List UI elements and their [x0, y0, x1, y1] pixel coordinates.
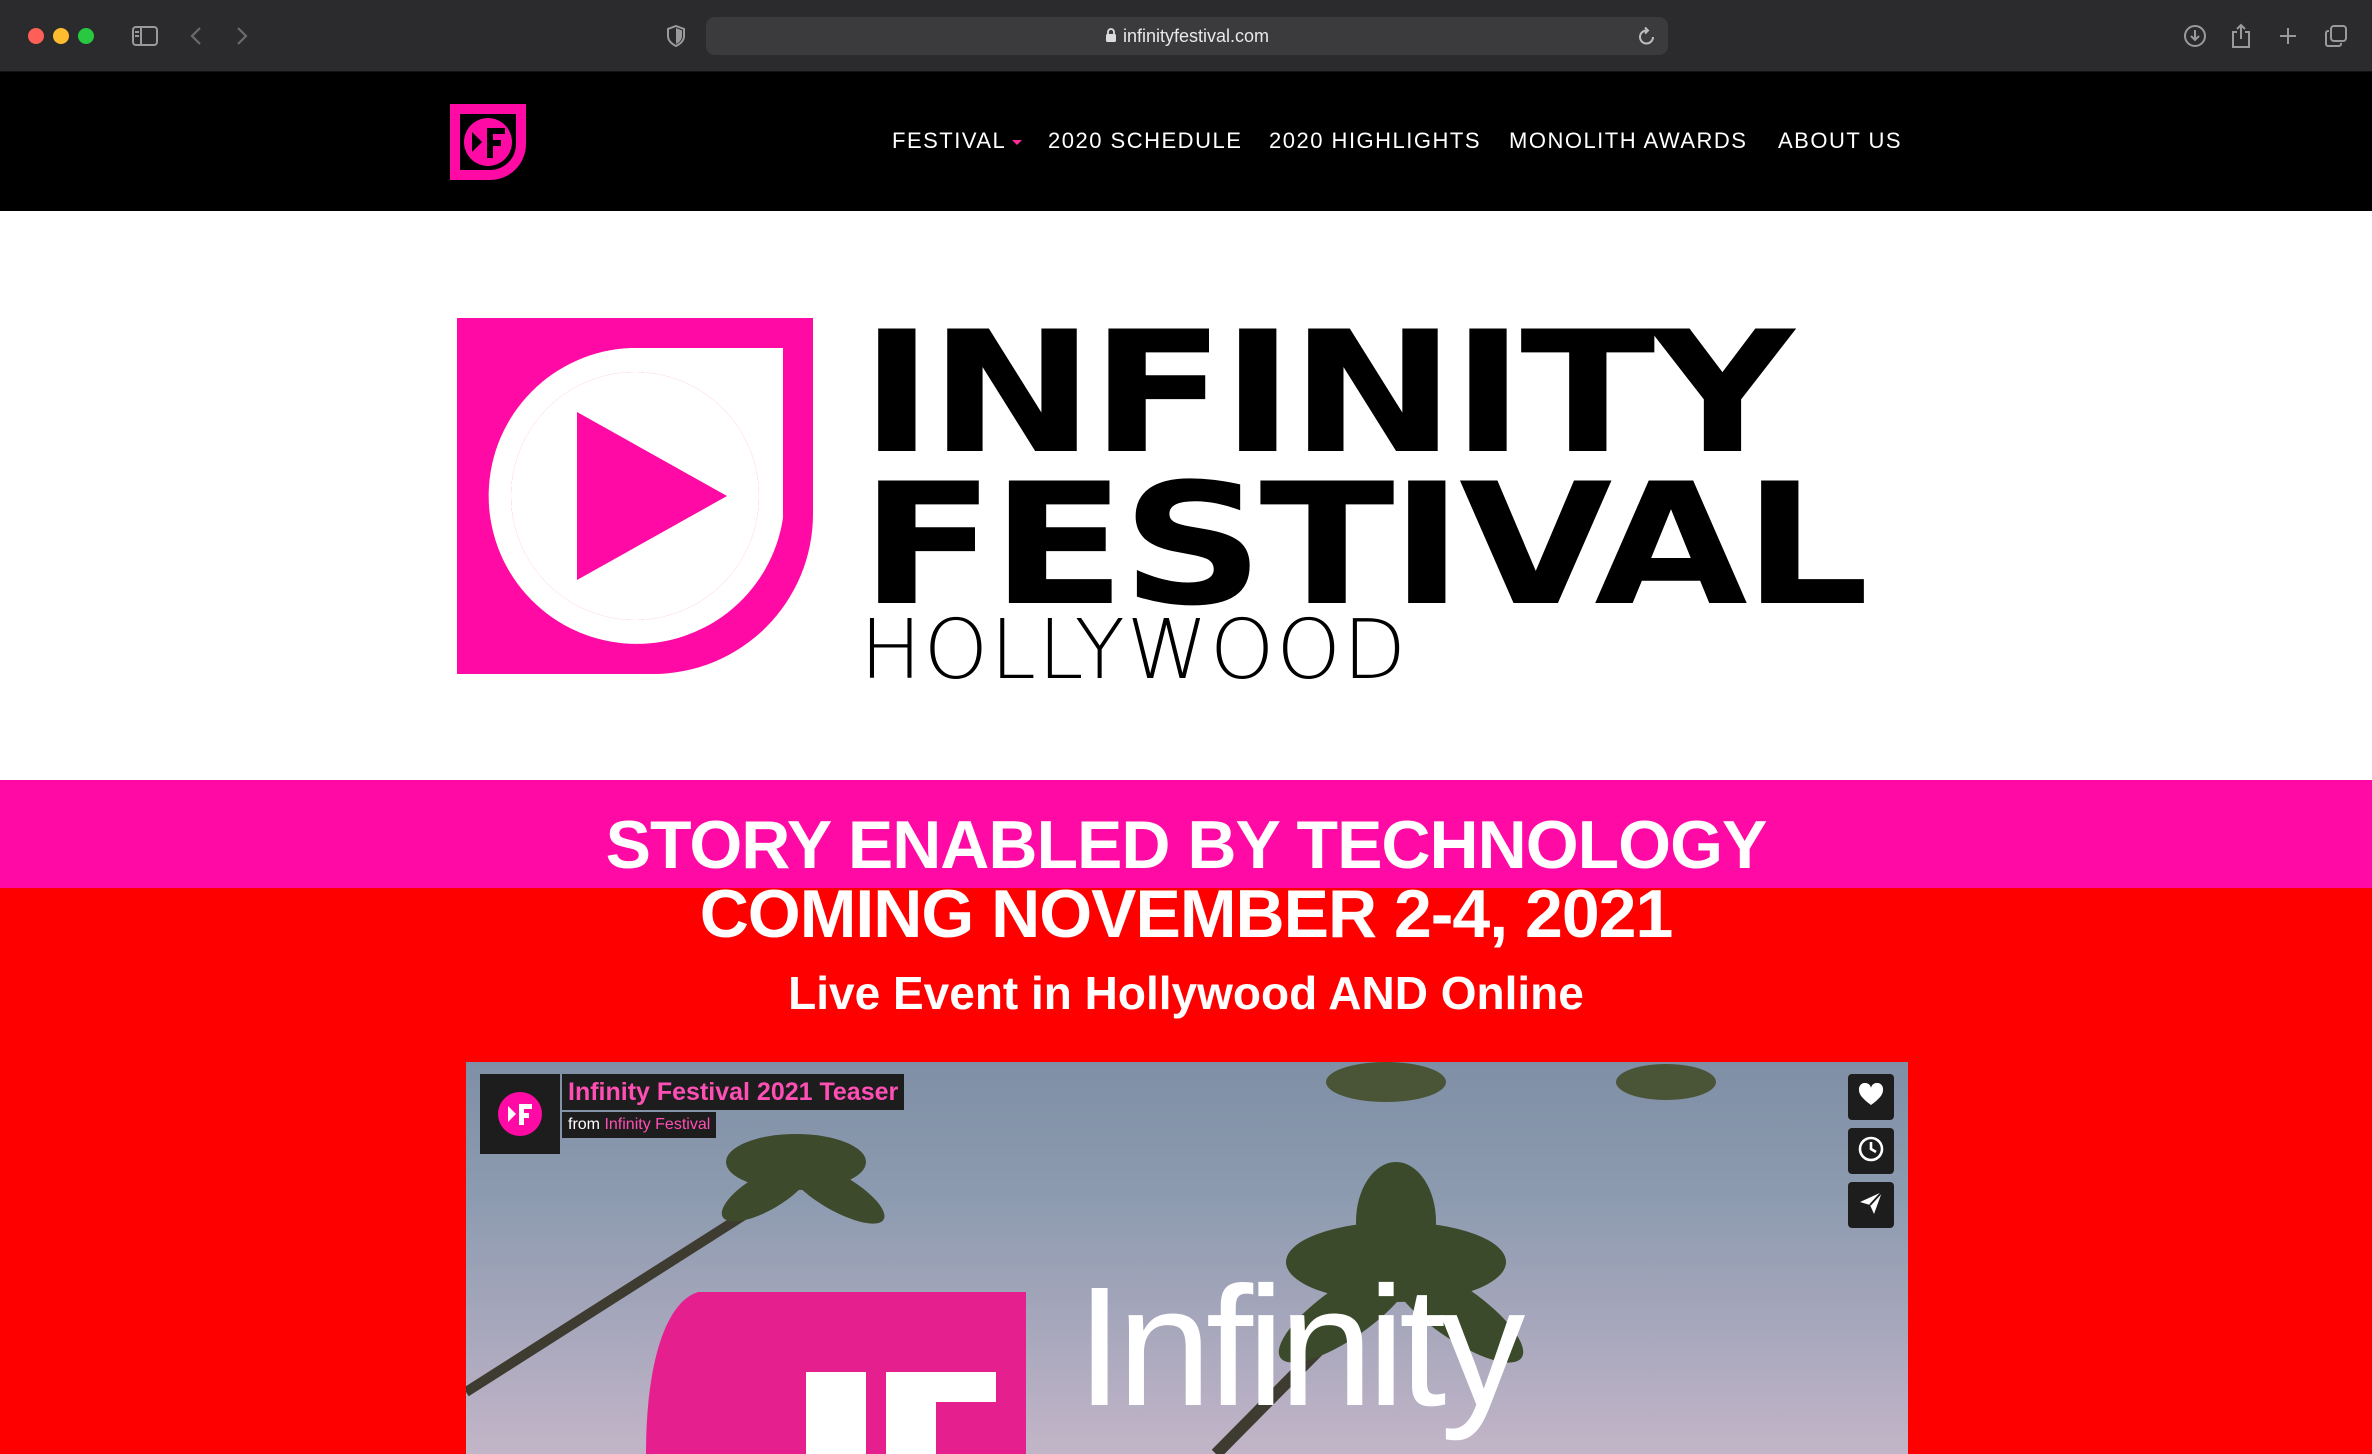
nav-item-festival-label: FESTIVAL — [892, 128, 1007, 153]
hero-section: INFINITY FESTIVAL HOLLYWOOD — [0, 211, 2372, 780]
maximize-window-button[interactable] — [78, 28, 94, 44]
video-title[interactable]: Infinity Festival 2021 Teaser — [562, 1074, 905, 1110]
nav-item-monolith-awards[interactable]: MONOLITH AWARDS — [1509, 128, 1747, 154]
site-logo[interactable] — [450, 104, 526, 180]
nav-item-festival[interactable]: FESTIVAL — [892, 128, 1023, 154]
nav-item-2020-schedule[interactable]: 2020 SCHEDULE — [1048, 128, 1242, 154]
minimize-window-button[interactable] — [53, 28, 69, 44]
chevron-down-icon — [1012, 139, 1023, 145]
tagline-heading: STORY ENABLED BY TECHNOLOGY — [605, 807, 1768, 883]
new-tab-icon[interactable] — [2275, 20, 2301, 52]
clock-icon — [1857, 1135, 1885, 1168]
browser-toolbar: infinityfestival.com — [0, 0, 2372, 72]
back-icon[interactable] — [186, 20, 206, 52]
sidebar-toggle-icon[interactable] — [130, 20, 160, 52]
festival-play-logo — [457, 318, 813, 674]
url-text: infinityfestival.com — [1122, 26, 1270, 46]
video-byline-prefix: from — [568, 1116, 600, 1133]
forward-icon[interactable] — [232, 20, 252, 52]
event-format-subtitle: Live Event in Hollywood AND Online — [788, 967, 1584, 1019]
url-display: infinityfestival.com — [706, 17, 1668, 55]
share-video-button[interactable] — [1848, 1182, 1894, 1228]
hero-subtitle-hollywood: HOLLYWOOD — [860, 603, 1409, 698]
event-dates-heading: COMING NOVEMBER 2-4, 2021 — [699, 876, 1674, 952]
video-channel-link[interactable]: Infinity Festival — [604, 1116, 710, 1133]
video-player[interactable]: Infinity Infinity Festival 2021 Teaser f… — [466, 1062, 1908, 1454]
site-header: FESTIVAL 2020 SCHEDULE 2020 HIGHLIGHTS M… — [0, 72, 2372, 211]
reload-icon[interactable] — [1638, 26, 1656, 51]
nav-item-2020-highlights[interactable]: 2020 HIGHLIGHTS — [1269, 128, 1481, 154]
privacy-shield-icon[interactable] — [664, 20, 688, 52]
watch-later-button[interactable] — [1848, 1128, 1894, 1174]
tab-overview-icon[interactable] — [2322, 20, 2350, 52]
send-icon — [1858, 1190, 1884, 1221]
like-button[interactable] — [1848, 1074, 1894, 1120]
close-window-button[interactable] — [28, 28, 44, 44]
downloads-icon[interactable] — [2180, 20, 2210, 52]
video-overlay-wordmark: Infinity — [1076, 1252, 1525, 1442]
share-icon[interactable] — [2227, 20, 2255, 52]
address-bar[interactable]: infinityfestival.com — [706, 17, 1668, 55]
lock-icon — [1105, 18, 1117, 56]
video-byline: from Infinity Festival — [562, 1112, 717, 1138]
heart-icon — [1858, 1082, 1884, 1112]
channel-avatar[interactable] — [480, 1074, 560, 1154]
nav-item-about-us[interactable]: ABOUT US — [1778, 128, 1902, 154]
